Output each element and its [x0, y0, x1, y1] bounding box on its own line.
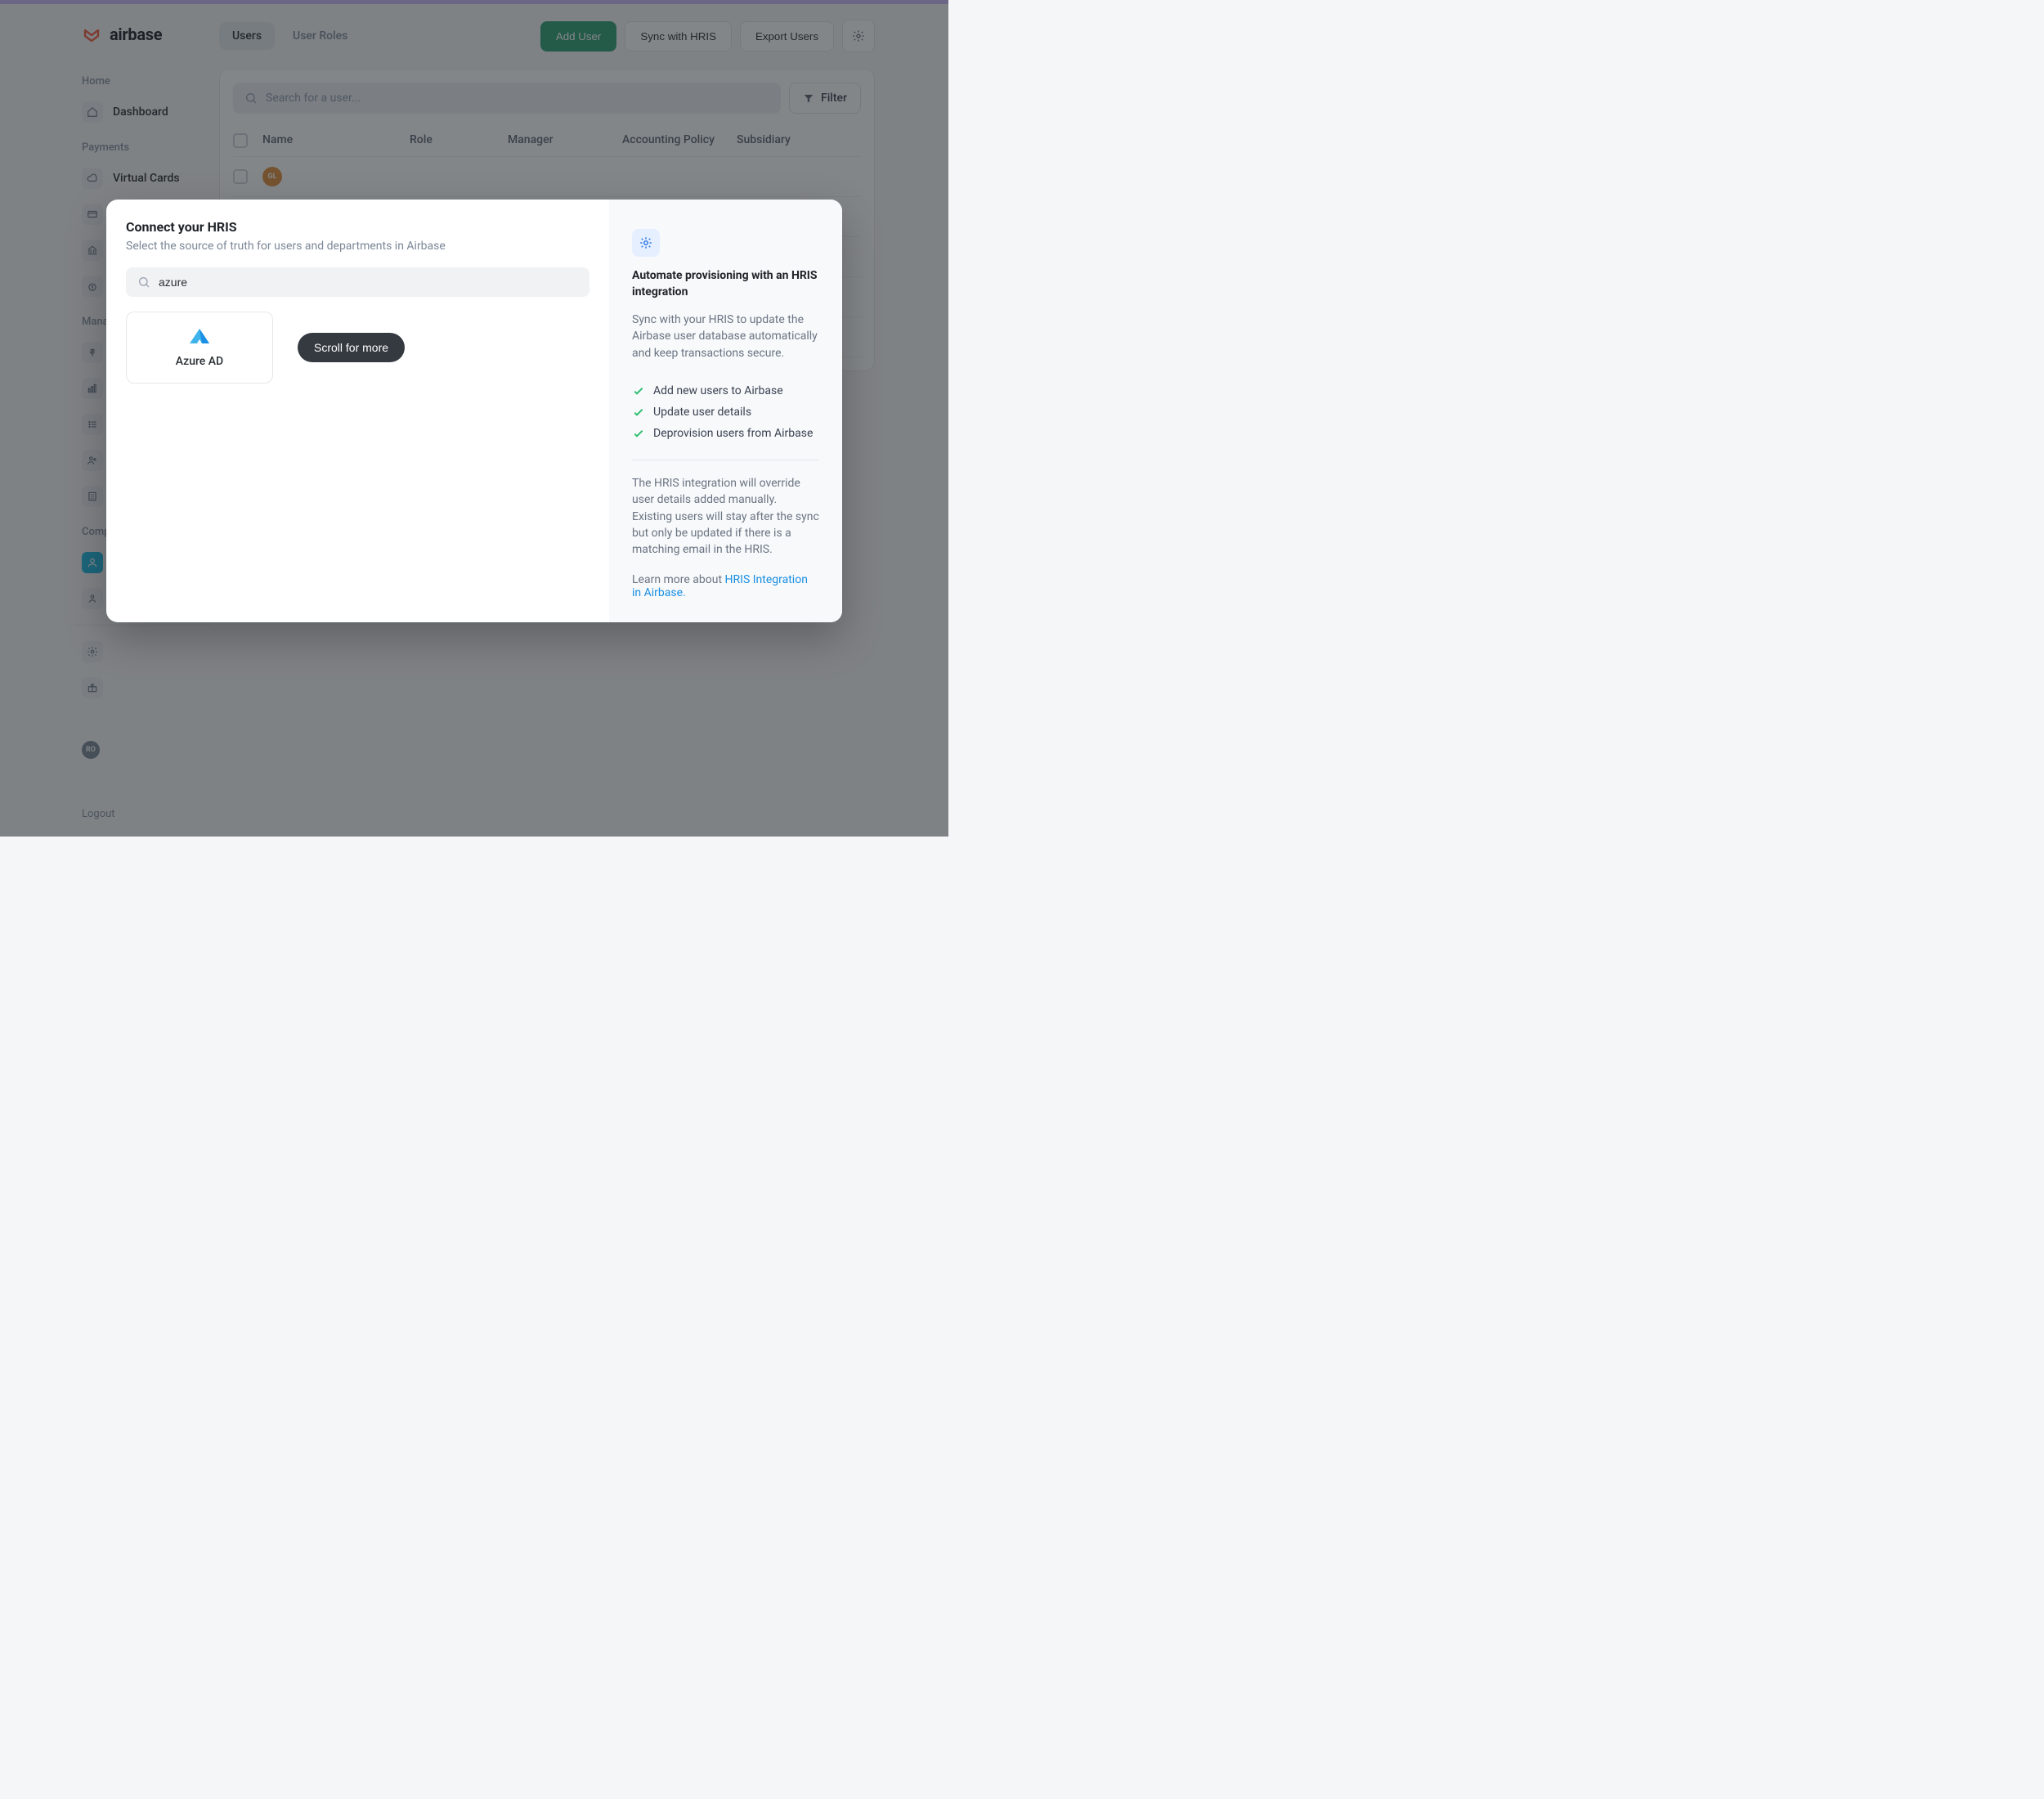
hris-modal: Connect your HRIS Select the source of t…	[106, 200, 842, 622]
feature-text: Add new users to Airbase	[653, 384, 783, 397]
hris-search-input[interactable]	[126, 267, 589, 297]
modal-title: Connect your HRIS	[126, 219, 589, 235]
feature-list: Add new users to Airbase Update user det…	[632, 384, 819, 440]
feature-item: Deprovision users from Airbase	[632, 427, 819, 440]
hris-search-value[interactable]	[159, 276, 578, 289]
search-icon	[137, 276, 150, 289]
info-title: Automate provisioning with an HRIS integ…	[632, 268, 819, 300]
automation-gear-icon	[632, 229, 660, 257]
hris-result-name: Azure AD	[176, 355, 223, 368]
modal-subtitle: Select the source of truth for users and…	[126, 240, 589, 253]
learn-prefix: Learn more about	[632, 573, 725, 586]
feature-text: Deprovision users from Airbase	[653, 427, 813, 440]
info-note: The HRIS integration will override user …	[632, 475, 819, 558]
hris-result-azure-ad[interactable]: Azure AD	[126, 312, 273, 384]
feature-item: Add new users to Airbase	[632, 384, 819, 397]
feature-text: Update user details	[653, 406, 751, 419]
azure-icon	[188, 327, 211, 347]
modal-overlay[interactable]: Connect your HRIS Select the source of t…	[0, 0, 948, 837]
modal-info-panel: Automate provisioning with an HRIS integ…	[609, 200, 842, 622]
info-desc: Sync with your HRIS to update the Airbas…	[632, 312, 819, 361]
feature-item: Update user details	[632, 406, 819, 419]
learn-more-line: Learn more about HRIS Integration in Air…	[632, 573, 819, 599]
check-icon	[632, 384, 645, 397]
check-icon	[632, 427, 645, 440]
scroll-for-more-button[interactable]: Scroll for more	[298, 333, 405, 362]
check-icon	[632, 406, 645, 419]
